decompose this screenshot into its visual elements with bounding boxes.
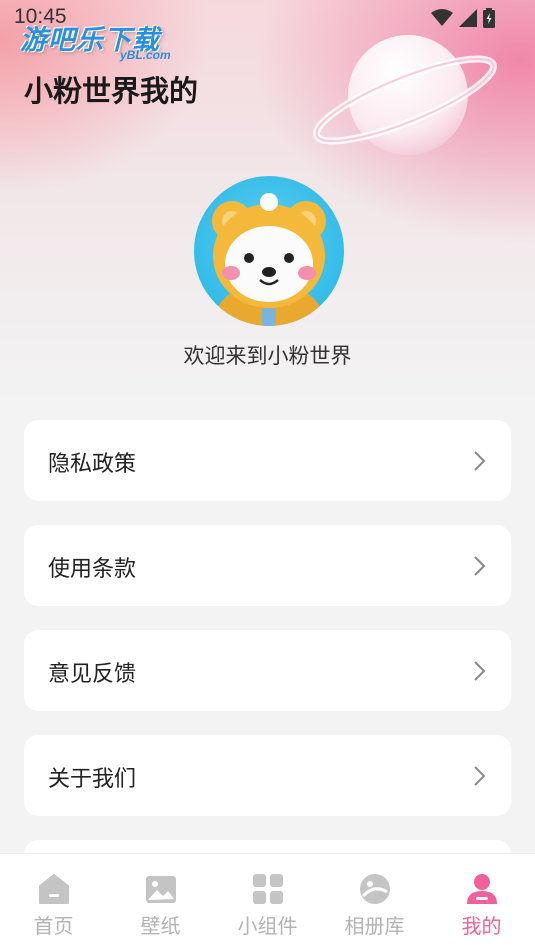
avatar[interactable]	[194, 176, 344, 326]
chevron-right-icon	[474, 451, 486, 471]
battery-icon	[483, 8, 495, 28]
signal-icon	[459, 9, 477, 27]
menu-item-label: 隐私政策	[48, 452, 137, 477]
nav-item-wallpaper[interactable]: 壁纸	[107, 854, 214, 952]
image-icon	[146, 876, 176, 903]
planet-decoration	[313, 35, 497, 155]
chevron-right-icon	[474, 766, 486, 786]
nav-item-home[interactable]: 首页	[0, 854, 107, 952]
nav-item-widgets[interactable]: 小组件	[214, 854, 321, 952]
chevron-right-icon	[474, 661, 486, 681]
watermark-domain: yBL.com	[120, 48, 171, 62]
album-icon	[360, 874, 390, 904]
wifi-icon	[431, 9, 453, 26]
menu-item-terms-of-use[interactable]: 使用条款	[24, 525, 511, 606]
bear-avatar-icon	[212, 193, 326, 326]
watermark-logo: 游吧乐下载 yBL.com	[18, 18, 188, 66]
menu-item-privacy-policy[interactable]: 隐私政策	[24, 420, 511, 501]
nav-label: 我的	[461, 914, 502, 938]
menu-item-label: 关于我们	[48, 767, 137, 792]
menu-item-about-us[interactable]: 关于我们	[24, 735, 511, 816]
menu-item-label: 使用条款	[48, 557, 137, 582]
nav-label: 首页	[33, 914, 74, 938]
menu-item-feedback[interactable]: 意见反馈	[24, 630, 511, 711]
nav-label: 壁纸	[140, 914, 181, 938]
welcome-text: 欢迎来到小粉世界	[183, 344, 352, 368]
bottom-navigation: 首页 壁纸 小组件 相册库 我的	[0, 853, 535, 952]
widgets-icon	[253, 874, 283, 904]
nav-label: 小组件	[237, 914, 298, 938]
chevron-right-icon	[474, 556, 486, 576]
home-icon	[39, 874, 69, 904]
page-title: 小粉世界我的	[24, 74, 199, 108]
person-icon	[467, 874, 497, 904]
menu-item-label: 意见反馈	[48, 662, 137, 687]
nav-label: 相册库	[344, 914, 405, 938]
nav-item-mine[interactable]: 我的	[428, 854, 535, 952]
nav-item-album[interactable]: 相册库	[321, 854, 428, 952]
